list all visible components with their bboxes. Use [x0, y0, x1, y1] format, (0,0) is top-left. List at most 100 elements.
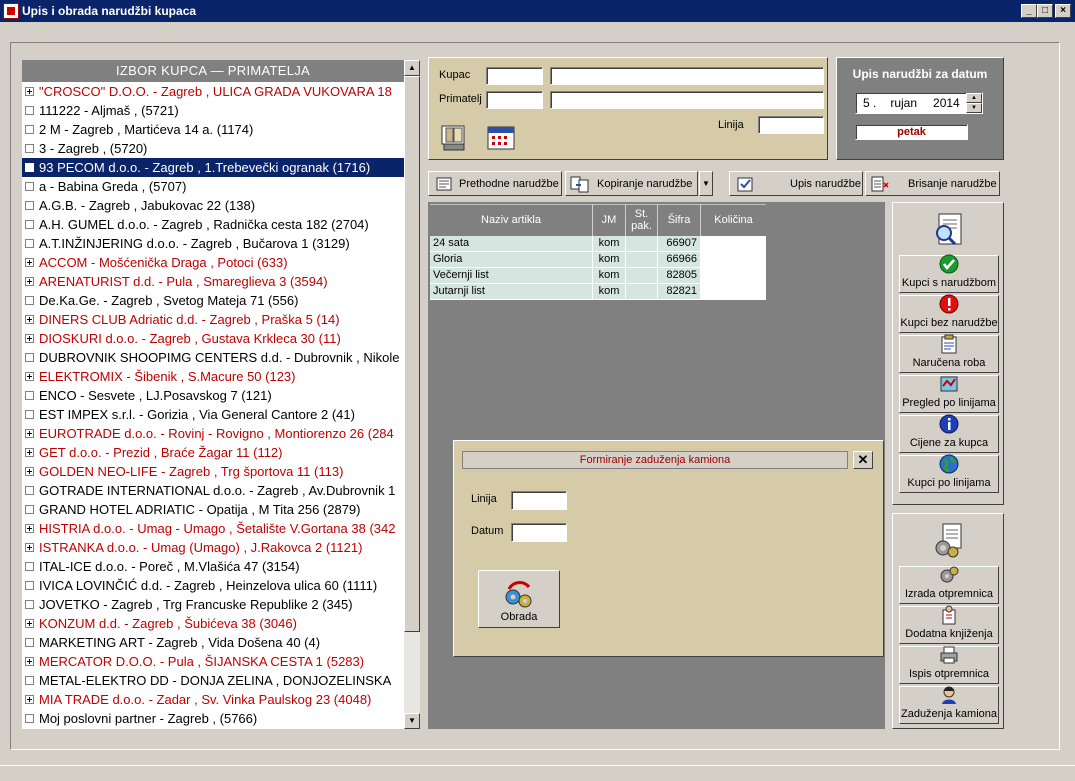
- grid-row[interactable]: Večernji list kom 82805: [430, 268, 766, 284]
- grid-cell-qty[interactable]: [701, 252, 766, 268]
- date-spinner[interactable]: ▲ ▼: [966, 93, 982, 113]
- expand-icon[interactable]: [25, 334, 34, 343]
- col-naziv[interactable]: Naziv artikla: [430, 204, 593, 236]
- customer-row[interactable]: ELEKTROMIX - Šibenik , S.Macure 50 (123): [22, 367, 404, 386]
- side-button-izrada-otpremnica[interactable]: Izrada otpremnica: [899, 566, 999, 604]
- customer-row[interactable]: ISTRANKA d.o.o. - Umag (Umago) , J.Rakov…: [22, 538, 404, 557]
- dialog-datum-input[interactable]: [511, 523, 567, 542]
- expand-icon[interactable]: [25, 619, 34, 628]
- customer-row[interactable]: JOVETKO - Zagreb , Trg Francuske Republi…: [22, 595, 404, 614]
- customer-row[interactable]: DINERS CLUB Adriatic d.d. - Zagreb , Pra…: [22, 310, 404, 329]
- customer-row[interactable]: A.T.INŽINJERING d.o.o. - Zagreb , Bučaro…: [22, 234, 404, 253]
- expand-icon[interactable]: [25, 277, 34, 286]
- side-button-naru-ena-roba[interactable]: Naručena roba: [899, 334, 999, 373]
- customer-row[interactable]: ARENATURIST d.d. - Pula , Smareglieva 3 …: [22, 272, 404, 291]
- customer-row[interactable]: MIA TRADE d.o.o. - Zadar , Sv. Vinka Pau…: [22, 690, 404, 709]
- customer-row[interactable]: DUBROVNIK SHOOPIMG CENTERS d.d. - Dubrov…: [22, 348, 404, 367]
- process-button[interactable]: Obrada: [478, 570, 560, 628]
- customer-row[interactable]: HISTRIA d.o.o. - Umag - Umago , Šetališt…: [22, 519, 404, 538]
- expand-icon[interactable]: [25, 258, 34, 267]
- kupac-name-input[interactable]: [550, 67, 824, 85]
- col-jm[interactable]: JM: [593, 204, 626, 236]
- customer-row[interactable]: METAL-ELEKTRO DD - DONJA ZELINA , DONJOZ…: [22, 671, 404, 690]
- expand-icon[interactable]: [25, 467, 34, 476]
- calendar-icon[interactable]: [487, 124, 517, 152]
- minimize-button[interactable]: _: [1021, 4, 1037, 18]
- grid-cell-qty[interactable]: [701, 268, 766, 284]
- grid-row[interactable]: Jutarnji list kom 82821: [430, 284, 766, 300]
- customer-row[interactable]: Moj poslovni partner - Zagreb , (5766): [22, 709, 404, 728]
- customer-row[interactable]: EST IMPEX s.r.l. - Gorizia , Via General…: [22, 405, 404, 424]
- date-picker[interactable]: 5 . rujan 2014: [855, 92, 983, 114]
- customer-row[interactable]: A.G.B. - Zagreb , Jabukovac 22 (138): [22, 196, 404, 215]
- customer-row[interactable]: KONZUM d.d. - Zagreb , Šubićeva 38 (3046…: [22, 614, 404, 633]
- customer-row[interactable]: ENCO - Sesvete , LJ.Posavskog 7 (121): [22, 386, 404, 405]
- side-button-zadu-enja-kamiona[interactable]: Zaduženja kamiona: [899, 686, 999, 724]
- customer-row[interactable]: EUROTRADE d.o.o. - Rovinj - Rovigno , Mo…: [22, 424, 404, 443]
- expand-icon[interactable]: [25, 524, 34, 533]
- grid-row[interactable]: 24 sata kom 66907: [430, 236, 766, 252]
- copy-order-button[interactable]: Kopiranje narudžbe: [565, 171, 698, 196]
- customer-row[interactable]: GOTRADE INTERNATIONAL d.o.o. - Zagreb , …: [22, 481, 404, 500]
- delete-order-button[interactable]: Brisanje narudžbe: [865, 171, 1000, 196]
- customer-row[interactable]: GET d.o.o. - Prezid , Braće Žagar 11 (11…: [22, 443, 404, 462]
- customer-list[interactable]: IZBOR KUPCA — PRIMATELJA "CROSCO" D.O.O.…: [22, 60, 404, 729]
- col-kolicina[interactable]: Količina: [701, 204, 766, 236]
- expand-icon[interactable]: [25, 448, 34, 457]
- grid-row[interactable]: Gloria kom 66966: [430, 252, 766, 268]
- customer-list-scrollbar[interactable]: ▲ ▼: [404, 60, 420, 729]
- close-button[interactable]: ×: [1055, 4, 1071, 18]
- customer-row[interactable]: A.H. GUMEL d.o.o. - Zagreb , Radnička ce…: [22, 215, 404, 234]
- side-button-ispis-otpremnica[interactable]: Ispis otpremnica: [899, 646, 999, 684]
- dialog-linija-input[interactable]: [511, 491, 567, 510]
- previous-orders-button[interactable]: Prethodne narudžbe: [428, 171, 562, 196]
- primatelj-code-input[interactable]: [486, 91, 543, 109]
- expand-icon[interactable]: [25, 543, 34, 552]
- col-st-pak[interactable]: St. pak.: [626, 204, 658, 236]
- expand-icon[interactable]: [25, 695, 34, 704]
- spin-up-button[interactable]: ▲: [966, 93, 982, 103]
- customer-row[interactable]: a - Babina Greda , (5707): [22, 177, 404, 196]
- scroll-thumb[interactable]: [404, 76, 420, 632]
- linija-input[interactable]: [758, 116, 824, 134]
- expand-icon[interactable]: [25, 315, 34, 324]
- grid-cell-qty[interactable]: [701, 284, 766, 300]
- side-button-pregled-po-linijama[interactable]: Pregled po linijama: [899, 375, 999, 413]
- address-book-icon[interactable]: [440, 124, 470, 152]
- col-sifra[interactable]: Šifra: [658, 204, 701, 236]
- side-button-kupci-bez-narud-be[interactable]: Kupci bez narudžbe: [899, 294, 999, 333]
- expand-icon[interactable]: [25, 429, 34, 438]
- customer-row[interactable]: 3 - Zagreb , (5720): [22, 139, 404, 158]
- customer-row-label: DUBROVNIK SHOOPIMG CENTERS d.d. - Dubrov…: [39, 350, 400, 365]
- customer-row[interactable]: 2 M - Zagreb , Martićeva 14 a. (1174): [22, 120, 404, 139]
- side-button-kupci-s-narud-bom[interactable]: Kupci s narudžbom: [899, 254, 999, 293]
- side-button-kupci-po-linijama[interactable]: Kupci po linijama: [899, 454, 999, 493]
- customer-row[interactable]: DIOSKURI d.o.o. - Zagreb , Gustava Krkle…: [22, 329, 404, 348]
- expand-icon[interactable]: [25, 372, 34, 381]
- scroll-up-button[interactable]: ▲: [404, 60, 420, 76]
- customer-row[interactable]: GRAND HOTEL ADRIATIC - Opatija , M Tita …: [22, 500, 404, 519]
- customer-row[interactable]: ITAL-ICE d.o.o. - Poreč , M.Vlašića 47 (…: [22, 557, 404, 576]
- primatelj-name-input[interactable]: [550, 91, 824, 109]
- kupac-code-input[interactable]: [486, 67, 543, 85]
- customer-row[interactable]: GOLDEN NEO-LIFE - Zagreb , Trg športova …: [22, 462, 404, 481]
- customer-row[interactable]: "CROSCO" D.O.O. - Zagreb , ULICA GRADA V…: [22, 82, 404, 101]
- copy-order-dropdown[interactable]: ▼: [699, 171, 713, 196]
- customer-row[interactable]: MERCATOR D.O.O. - Pula , ŠIJANSKA CESTA …: [22, 652, 404, 671]
- side-button-cijene-za-kupca[interactable]: Cijene za kupca: [899, 414, 999, 453]
- maximize-button[interactable]: □: [1037, 4, 1053, 18]
- customer-row[interactable]: De.Ka.Ge. - Zagreb , Svetog Mateja 71 (5…: [22, 291, 404, 310]
- customer-row[interactable]: 111222 - Aljmaš , (5721): [22, 101, 404, 120]
- customer-row[interactable]: MARKETING ART - Zagreb , Vida Došena 40 …: [22, 633, 404, 652]
- spin-down-button[interactable]: ▼: [966, 103, 982, 113]
- side-button-dodatna-knji-enja[interactable]: Dodatna knjiženja: [899, 605, 999, 644]
- customer-row[interactable]: 93 PECOM d.o.o. - Zagreb , 1.Trebevečki …: [22, 158, 404, 177]
- expand-icon[interactable]: [25, 657, 34, 666]
- expand-icon[interactable]: [25, 87, 34, 96]
- grid-cell-qty[interactable]: [701, 236, 766, 252]
- customer-row[interactable]: IVICA LOVINČIĆ d.d. - Zagreb , Heinzelov…: [22, 576, 404, 595]
- customer-row[interactable]: ACCOM - Mošćenička Draga , Potoci (633): [22, 253, 404, 272]
- enter-order-button[interactable]: Upis narudžbe: [729, 171, 863, 196]
- scroll-down-button[interactable]: ▼: [404, 713, 420, 729]
- dialog-close-button[interactable]: ✕: [853, 451, 873, 469]
